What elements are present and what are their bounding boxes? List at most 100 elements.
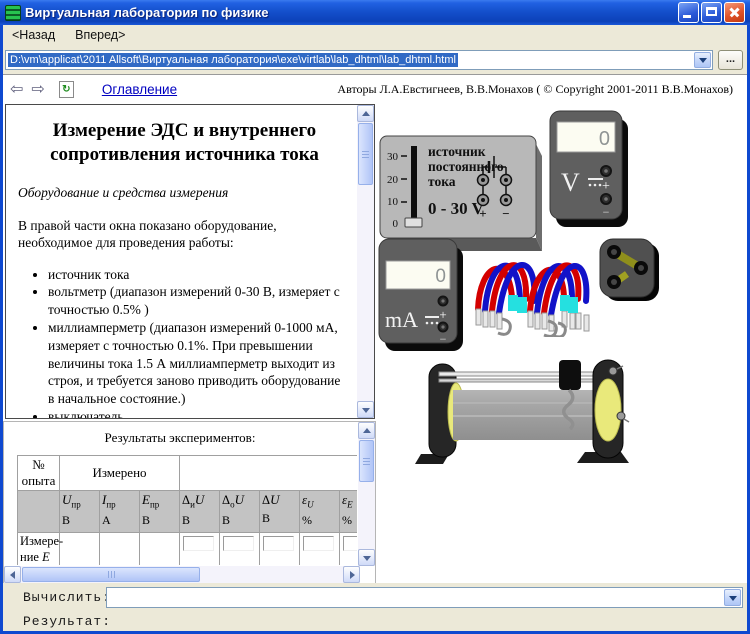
- voltmeter[interactable]: 0 V + −: [548, 109, 632, 231]
- address-dropdown-button[interactable]: [694, 52, 711, 68]
- compute-label: Вычислить:: [23, 590, 112, 605]
- result-input[interactable]: [183, 536, 215, 551]
- authors-credit: Авторы Л.А.Евстигнеев, В.В.Монахов ( © C…: [337, 82, 733, 96]
- scroll-up-icon[interactable]: [358, 422, 375, 439]
- list-item: миллиамперметр (диапазон измерений 0-100…: [48, 319, 351, 408]
- refresh-icon[interactable]: ↻: [58, 80, 74, 98]
- svg-text:постоянного: постоянного: [428, 159, 504, 174]
- scroll-left-icon[interactable]: [4, 566, 21, 583]
- svg-text:10: 10: [387, 196, 399, 208]
- menu-bar: <Назад Вперед>: [3, 25, 747, 45]
- scrollbar-thumb[interactable]: [22, 567, 200, 582]
- result-input[interactable]: [303, 536, 335, 551]
- svg-text:V: V: [561, 168, 580, 197]
- scroll-down-icon[interactable]: [358, 549, 375, 566]
- page-back-icon[interactable]: ⇦: [10, 81, 23, 97]
- window-title: Виртуальная лаборатория по физике: [25, 5, 269, 20]
- browse-button[interactable]: ...: [718, 50, 743, 70]
- svg-text:30: 30: [387, 151, 399, 163]
- terminal-icon[interactable]: [616, 411, 626, 421]
- page-forward-icon[interactable]: ⇨: [31, 81, 44, 97]
- results-table: № опыта Измерено Uпр В Iпр А Eпр В ΔиU В ΔоU…: [17, 455, 357, 565]
- list-item: вольтметр (диапазон измерений 0-30 В, из…: [48, 283, 351, 319]
- close-button[interactable]: [724, 2, 745, 23]
- menu-forward[interactable]: Вперед>: [72, 27, 128, 43]
- col-header: ΔU В: [259, 490, 301, 533]
- col-header-spacer: [179, 455, 357, 491]
- minimize-button[interactable]: [678, 2, 699, 23]
- app-window: Виртуальная лаборатория по физике <Назад…: [0, 0, 750, 634]
- svg-text:0 - 30 V: 0 - 30 V: [428, 199, 485, 218]
- description-panel: Измерение ЭДС и внутреннего сопротивлени…: [5, 104, 375, 419]
- svg-text:20: 20: [387, 174, 399, 186]
- svg-text:−: −: [440, 332, 447, 346]
- compute-input[interactable]: [109, 589, 719, 606]
- col-header: εU%: [299, 490, 341, 533]
- svg-text:mA: mA: [385, 307, 418, 332]
- col-header-experiment: № опыта: [17, 455, 60, 491]
- col-header: Iпр А: [99, 490, 140, 533]
- table-row: Измере-ние E: [17, 532, 357, 565]
- terminal-icon[interactable]: [608, 366, 618, 376]
- scrollbar-thumb[interactable]: [358, 123, 373, 185]
- toc-link[interactable]: Оглавление: [102, 82, 177, 97]
- app-icon: [5, 4, 21, 21]
- col-header: [17, 490, 60, 533]
- equipment-list: источник тока вольтметр (диапазон измере…: [18, 266, 351, 418]
- address-row: D:\vm\applicat\2011 Allsoft\Виртуальная …: [3, 45, 747, 74]
- content-area: ⇦ ⇨ ↻ Оглавление Авторы Л.А.Евстигнеев, …: [3, 74, 747, 584]
- svg-text:−: −: [603, 205, 610, 219]
- rheostat-slider[interactable]: [559, 360, 581, 390]
- svg-text:источник: источник: [428, 144, 486, 159]
- equipment-panel: 30 20 10 0 источник постоянного тока 0 -…: [377, 103, 747, 584]
- voltage-slider-track[interactable]: [411, 146, 417, 226]
- col-header: ΔоU В: [219, 490, 261, 533]
- svg-text:0: 0: [393, 218, 399, 230]
- result-label: Результат:: [23, 614, 112, 629]
- svg-text:тока: тока: [428, 174, 456, 189]
- col-header-measured: Измерено: [58, 455, 181, 491]
- article-intro: В правой части окна показано оборудовани…: [18, 217, 277, 251]
- svg-text:0: 0: [599, 128, 610, 150]
- bottom-bar: Вычислить: Результат:: [3, 583, 747, 631]
- list-item: выключатель: [48, 408, 351, 418]
- wires[interactable]: [468, 237, 593, 337]
- results-table-region: № опыта Измерено Uпр В Iпр А Eпр В ΔиU В ΔоU…: [17, 455, 357, 565]
- results-panel: Результаты экспериментов: № опыта Измере…: [3, 421, 376, 584]
- address-combobox[interactable]: D:\vm\applicat\2011 Allsoft\Виртуальная …: [5, 50, 713, 70]
- compute-combobox[interactable]: [106, 587, 743, 608]
- scrollbar-thumb[interactable]: [359, 440, 374, 482]
- col-header: Eпр В: [138, 490, 181, 533]
- results-title: Результаты экспериментов:: [104, 430, 256, 445]
- results-scrollbar-horizontal[interactable]: [4, 566, 360, 583]
- svg-text:+: +: [479, 206, 486, 221]
- svg-text:−: −: [502, 206, 509, 221]
- voltage-slider-handle[interactable]: [404, 217, 423, 228]
- article-title: Измерение ЭДС и внутреннего сопротивлени…: [50, 120, 319, 165]
- maximize-button[interactable]: [701, 2, 722, 23]
- col-header: εE%: [339, 490, 357, 533]
- results-scrollbar-vertical[interactable]: [358, 422, 375, 566]
- milliammeter[interactable]: 0 mA + −: [377, 237, 465, 357]
- title-bar[interactable]: Виртуальная лаборатория по физике: [0, 0, 750, 25]
- address-input[interactable]: D:\vm\applicat\2011 Allsoft\Виртуальная …: [8, 53, 458, 67]
- switch[interactable]: [598, 237, 662, 305]
- article-subtitle: Оборудование и средства измерения: [18, 184, 229, 200]
- rheostat[interactable]: [415, 359, 630, 467]
- result-input[interactable]: [263, 536, 295, 551]
- menu-back[interactable]: <Назад: [9, 27, 58, 43]
- result-input[interactable]: [343, 536, 357, 551]
- compute-dropdown-button[interactable]: [724, 589, 741, 606]
- row-label: Измере-ние E: [17, 532, 63, 565]
- window-border: [0, 25, 3, 634]
- scroll-up-icon[interactable]: [357, 105, 374, 122]
- svg-text:0: 0: [435, 266, 446, 287]
- list-item: источник тока: [48, 266, 351, 284]
- description-scrollbar[interactable]: [357, 105, 374, 418]
- scroll-right-icon[interactable]: [343, 566, 360, 583]
- result-input[interactable]: [223, 536, 255, 551]
- scroll-down-icon[interactable]: [357, 401, 374, 418]
- svg-text:+: +: [439, 307, 446, 322]
- svg-text:+: +: [602, 179, 610, 194]
- col-header: ΔиU В: [179, 490, 221, 533]
